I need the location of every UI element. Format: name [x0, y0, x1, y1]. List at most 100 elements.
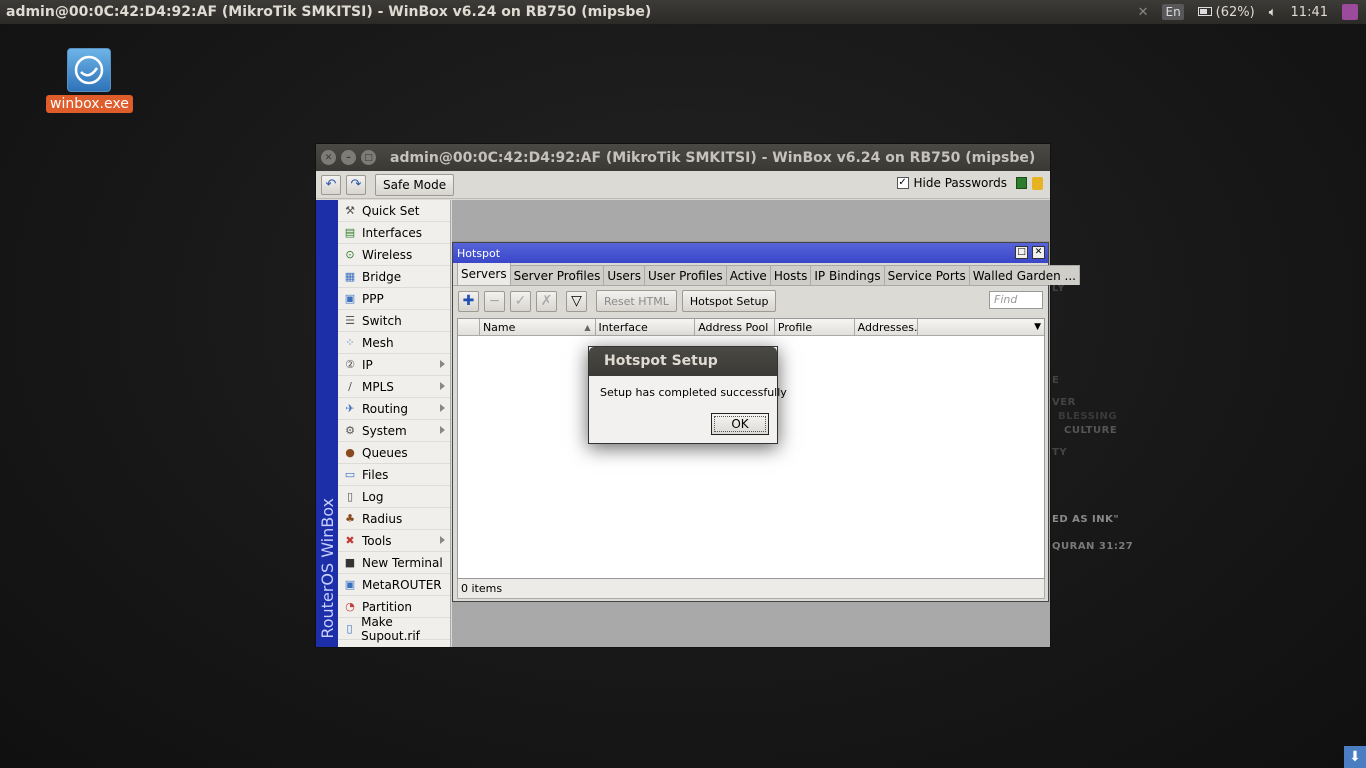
remove-button[interactable]: −	[484, 290, 505, 312]
minus-icon: −	[488, 293, 501, 309]
menu-item-system[interactable]: ⚙ System	[338, 420, 450, 442]
menu-item-wireless[interactable]: ⊙ Wireless	[338, 244, 450, 266]
menu-item-make-supout-rif[interactable]: ▯ Make Supout.rif	[338, 615, 450, 643]
keyboard-layout-indicator[interactable]: En	[1162, 4, 1184, 20]
column-menu-button[interactable]: ▼	[1028, 319, 1044, 335]
menu-item-bridge[interactable]: ▦ Bridge	[338, 266, 450, 288]
main-menu: ⚒ Quick Set ▤ Interfaces ⊙ Wireless ▦ Bridge ▣ PP…	[338, 200, 451, 647]
header-flag-column[interactable]	[458, 319, 480, 335]
winbox-title: admin@00:0C:42:D4:92:AF (MikroTik SMKITS…	[390, 149, 1036, 166]
menu-item-routing[interactable]: ✈ Routing	[338, 398, 450, 420]
close-icon[interactable]: ✕	[321, 150, 336, 165]
dialog-message: Setup has completed successfully	[600, 386, 787, 399]
tab-active[interactable]: Active	[725, 265, 771, 285]
menu-item-ip[interactable]: ② IP	[338, 354, 450, 376]
mpls-icon: ∕	[348, 380, 352, 393]
download-arrow-icon[interactable]: ⬇	[1344, 746, 1366, 768]
menu-item-label: Routing	[362, 401, 409, 416]
clock[interactable]: 11:41	[1291, 5, 1328, 20]
system-icon: ⚙	[345, 424, 355, 437]
menu-item-tools[interactable]: ✖ Tools	[338, 530, 450, 552]
menu-item-label: PPP	[362, 291, 384, 306]
menu-item-radius[interactable]: ♣ Radius	[338, 508, 450, 530]
hotspot-titlebar[interactable]: Hotspot □ ✕	[453, 243, 1048, 263]
redo-button[interactable]: ↷	[346, 174, 366, 195]
header-interface[interactable]: Interface	[596, 319, 696, 335]
filter-button[interactable]: ▽	[566, 290, 587, 312]
minimize-icon[interactable]: –	[341, 150, 356, 165]
hotspot-setup-dialog: Hotspot Setup Setup has completed succes…	[588, 346, 787, 444]
reset-html-button[interactable]: Reset HTML	[596, 290, 677, 312]
volume-muted-icon[interactable]: 🔈︎	[1269, 5, 1277, 20]
ok-button[interactable]: OK	[711, 413, 769, 435]
menu-item-mesh[interactable]: ⁘ Mesh	[338, 332, 450, 354]
menu-item-label: Bridge	[362, 269, 402, 284]
enable-button[interactable]: ✓	[510, 290, 531, 312]
tools-icon: ✖	[345, 534, 355, 547]
hide-passwords-checkbox[interactable]: ✓	[896, 177, 909, 189]
menu-item-mpls[interactable]: ∕ MPLS	[338, 376, 450, 398]
partition-icon: ◔	[345, 600, 355, 613]
quick-set-icon: ⚒	[345, 204, 355, 217]
table-header: Name ▲ Interface Address Pool Profile Add…	[458, 319, 1044, 336]
tab-servers[interactable]: Servers	[457, 262, 511, 285]
desktop-icon-winbox[interactable]: winbox.exe	[46, 48, 133, 113]
tab-server-profiles[interactable]: Server Profiles	[509, 265, 605, 285]
menu-item-label: Radius	[362, 511, 403, 526]
menu-item-label: Files	[362, 467, 389, 482]
wallpaper-text: VER	[1052, 397, 1076, 408]
indicator-area: ✕ En (62%) 🔈︎ 11:41	[1138, 0, 1366, 24]
metarouter-icon: ▣	[344, 578, 356, 591]
menu-item-new-terminal[interactable]: ■ New Terminal	[338, 552, 450, 574]
find-input[interactable]: Find	[989, 291, 1043, 309]
workarea-bottom	[452, 606, 1050, 647]
tab-ip-bindings[interactable]: IP Bindings	[810, 265, 885, 285]
header-addresses[interactable]: Addresses..	[855, 319, 919, 335]
menu-item-label: Partition	[362, 599, 413, 614]
menu-item-quick-set[interactable]: ⚒ Quick Set	[338, 200, 450, 222]
close-icon[interactable]: ✕	[1032, 246, 1045, 259]
tab-users[interactable]: Users	[603, 265, 645, 285]
menu-item-interfaces[interactable]: ▤ Interfaces	[338, 222, 450, 244]
menu-item-log[interactable]: ▯ Log	[338, 486, 450, 508]
menu-item-label: Queues	[362, 445, 408, 460]
disable-button[interactable]: ✗	[536, 290, 557, 312]
header-address-pool[interactable]: Address Pool	[695, 319, 775, 335]
tab-hosts[interactable]: Hosts	[769, 265, 812, 285]
top-panel: admin@00:0C:42:D4:92:AF (MikroTik SMKITS…	[0, 0, 1366, 24]
menu-item-switch[interactable]: ☰ Switch	[338, 310, 450, 332]
mesh-icon: ⁘	[345, 336, 355, 349]
hotspot-setup-button[interactable]: Hotspot Setup	[681, 290, 777, 312]
menu-item-files[interactable]: ▭ Files	[338, 464, 450, 486]
winbox-titlebar[interactable]: ✕ – □ admin@00:0C:42:D4:92:AF (MikroTik …	[316, 144, 1050, 171]
winbox-toolbar: ↶ ↷ Safe Mode ✓ Hide Passwords	[316, 171, 1050, 199]
menu-item-label: MetaROUTER	[362, 577, 442, 592]
status-bar: 0 items	[457, 579, 1045, 599]
active-window-title: admin@00:0C:42:D4:92:AF (MikroTik SMKITS…	[6, 4, 652, 20]
wallpaper-text: QURAN 31:27	[1052, 541, 1134, 552]
menu-item-metarouter[interactable]: ▣ MetaROUTER	[338, 574, 450, 596]
cross-icon: ✗	[540, 293, 553, 309]
hide-passwords-toggle[interactable]: ✓ Hide Passwords	[896, 176, 1043, 190]
header-profile[interactable]: Profile	[775, 319, 855, 335]
add-button[interactable]: ✚	[458, 290, 479, 312]
safe-mode-button[interactable]: Safe Mode	[375, 173, 455, 196]
maximize-icon[interactable]: □	[361, 150, 376, 165]
submenu-arrow-icon	[440, 536, 445, 544]
interfaces-icon: ▤	[344, 226, 356, 239]
header-name[interactable]: Name ▲	[480, 319, 596, 335]
dialog-title[interactable]: Hotspot Setup	[589, 347, 777, 376]
network-icon[interactable]: ✕	[1138, 5, 1149, 20]
tab-walled-garden[interactable]: Walled Garden ...	[968, 265, 1080, 285]
maximize-icon[interactable]: □	[1015, 246, 1028, 259]
tab-service-ports[interactable]: Service Ports	[883, 265, 970, 285]
hotspot-title: Hotspot	[457, 246, 501, 260]
menu-item-ppp[interactable]: ▣ PPP	[338, 288, 450, 310]
tab-user-profiles[interactable]: User Profiles	[643, 265, 727, 285]
filter-icon: ▽	[571, 293, 582, 309]
battery-indicator[interactable]: (62%)	[1197, 5, 1255, 20]
undo-button[interactable]: ↶	[321, 174, 341, 195]
power-icon[interactable]	[1342, 4, 1358, 20]
hide-passwords-label: Hide Passwords	[913, 176, 1007, 190]
menu-item-queues[interactable]: ● Queues	[338, 442, 450, 464]
